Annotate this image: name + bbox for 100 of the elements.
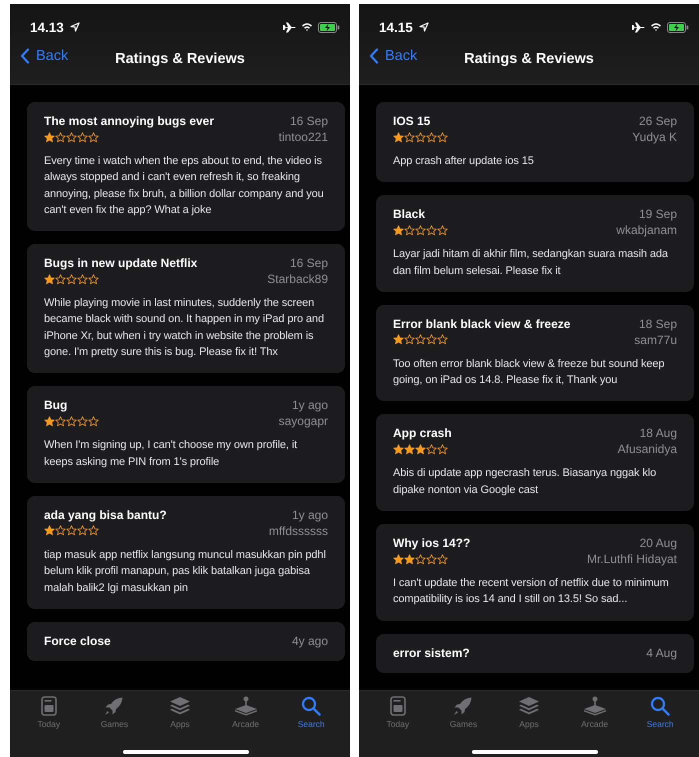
star-icon (393, 132, 404, 142)
star-icon (55, 132, 66, 142)
star-icon (44, 416, 55, 427)
review-title: App crash (393, 426, 452, 440)
review-date: 26 Sep (638, 114, 677, 128)
wifi-icon (650, 22, 662, 32)
star-icon (437, 132, 448, 142)
review-title: IOS 15 (393, 114, 430, 128)
review-card[interactable]: Bug 1y ago sayogapr When I'm signing up, I can't choose my own profile, it keeps asking me PIN from 1's profile (27, 386, 345, 483)
review-author: Starback89 (267, 272, 328, 286)
star-icon (404, 444, 415, 455)
tab-button[interactable]: Search (632, 696, 688, 729)
star-icon (404, 132, 415, 142)
star-icon (404, 224, 415, 236)
review-card[interactable]: App crash 18 Aug Afusanidya Abis di update app ngecrash terus. Biasanya nggak klo dipake nonton via Google cast (376, 414, 694, 512)
star-icon (55, 525, 66, 536)
star-icon (88, 416, 99, 427)
tab-button[interactable]: Games (86, 696, 142, 729)
review-card[interactable] (27, 244, 345, 374)
review-text: Too often error blank black view & freeze but sound keep going, on iPad os 14.8. Please fix it, Thank you (393, 356, 666, 388)
review-author: sayogapr (278, 414, 328, 428)
tab-button[interactable]: Apps (152, 696, 208, 729)
battery-charging-icon (318, 22, 340, 32)
star-icon (88, 525, 99, 536)
battery-charging-icon (667, 22, 689, 32)
star-icon (66, 132, 77, 142)
chevron-left-icon (369, 48, 379, 64)
review-card[interactable]: Error blank black view & freeze 18 Sep sam77u Too often error blank black view & freeze but sound keep going, on iPad os 14.8. Please fix it, Thank you (376, 304, 694, 402)
review-text: When I'm signing up, I can't choose my own profile, it keeps asking me PIN from 1's profile (44, 438, 298, 470)
review-title: Bugs in new update Netflix (44, 256, 198, 270)
star-icon (77, 416, 88, 427)
review-card[interactable]: Black 19 Sep wkabjanam Layar jadi hitam di akhir film, sedangkan suara masih ada dan film belum selesai. Please fix it (376, 195, 694, 292)
review-author: Yudya K (632, 130, 677, 144)
location-arrow-icon (70, 22, 80, 32)
star-icon (437, 334, 448, 346)
review-date: 4 Aug (646, 646, 677, 660)
tab-button[interactable]: Today (20, 696, 77, 729)
star-icon (393, 334, 404, 346)
star-icon (393, 224, 404, 236)
back-button[interactable]: Back (369, 48, 418, 64)
star-icon (426, 554, 437, 565)
review-text: Abis di update app ngecrash terus. Biasanya nggak klo dipake nonton via Google cast (393, 466, 658, 498)
tab-button[interactable]: Today (370, 696, 426, 729)
review-title: The most annoying bugs ever (44, 114, 214, 128)
review-date: 20 Aug (640, 536, 677, 550)
today-icon (40, 696, 57, 716)
review-card[interactable]: error sistem? 4 Aug (376, 634, 694, 673)
star-icon (415, 224, 426, 236)
star-icon (415, 132, 426, 142)
layers-icon (168, 696, 191, 716)
review-text: Layar jadi hitam di akhir film, sedangkan suara masih ada dan film belum selesai. Please fix it (393, 247, 669, 279)
review-text: tiap masuk app netflix langsung muncul masukkan pin pdhl belum klik profil manapun, pas klik batalkan juga gabisa malah balik2 lgi masukkan pin (44, 548, 327, 596)
review-author: sam77u (634, 332, 677, 347)
search-icon (650, 696, 670, 716)
joystick-icon (582, 696, 607, 716)
star-icon (77, 132, 88, 142)
star-icon (77, 274, 88, 285)
review-text: I can't update the recent version of netflix due to minimum compatibility is ios 14 and I still on 13.5! So sad... (393, 576, 670, 608)
review-date: 18 Aug (640, 426, 677, 440)
star-icon (426, 334, 437, 346)
review-card[interactable]: ada yang bisa bantu? 1y ago mffdssssss tiap masuk app netflix langsung muncul masukkan pin pdhl belum klik profil manapun, pas klik batalkan juga gabisa malah balik2 lgi masukkan pin (27, 496, 345, 609)
review-card[interactable]: Force close 4y ago (27, 622, 345, 661)
review-card[interactable] (27, 102, 345, 232)
review-text: While playing movie in last minutes, suddenly the screen became black with sound on. It happen in my iPad pro and iPhone Xr, but when i try watch in website the problem is gone. I'm pretty sure this is bug. Please fix it! Thx (44, 296, 325, 360)
tab-button[interactable]: Games (435, 696, 492, 729)
screen-title: Ratings & Reviews (115, 51, 245, 67)
tab-button[interactable]: Arcade (218, 696, 274, 729)
review-card[interactable]: Why ios 14?? 20 Aug Mr.Luthfi Hidayat I can't update the recent version of netflix due to minimum compatibility is ios 14 and I still on 13.5! So sad... (376, 524, 694, 621)
star-icon (66, 525, 77, 536)
review-author: Mr.Luthfi Hidayat (586, 552, 677, 566)
wifi-icon (301, 22, 313, 32)
review-date: 4y ago (292, 634, 328, 648)
airplane-icon (283, 22, 296, 32)
star-icon (404, 334, 415, 346)
rocket-icon (453, 696, 474, 716)
review-card[interactable]: IOS 15 26 Sep Yudya K App crash after update ios 15 (376, 102, 694, 182)
search-icon (301, 696, 322, 716)
star-icon (88, 132, 99, 142)
review-date: 16 Sep (290, 114, 328, 128)
review-title: Why ios 14?? (393, 536, 470, 550)
tab-button[interactable]: Arcade (566, 696, 623, 729)
star-icon (437, 224, 448, 236)
star-icon (404, 554, 415, 565)
star-icon (66, 416, 77, 427)
star-icon (415, 334, 426, 346)
back-button[interactable]: Back (20, 48, 68, 64)
review-author: mffdssssss (268, 524, 328, 538)
status-time: 14.13 (30, 20, 64, 34)
tab-button[interactable]: Apps (500, 696, 557, 729)
review-author: tintoo221 (278, 130, 328, 144)
tab-button[interactable]: Search (283, 696, 340, 729)
star-icon (393, 444, 404, 455)
star-icon (437, 444, 448, 455)
star-icon (437, 554, 448, 565)
star-icon (44, 525, 55, 536)
review-text: Every time i watch when the eps about to end, the video is always stopped and i can't even refresh it, so freaking annoying, please fix bruh, a billion dollar company and you can't even fix the app? What a joke (44, 154, 325, 218)
review-title: Force close (44, 634, 111, 648)
star-icon (426, 224, 437, 236)
star-icon (66, 274, 77, 285)
review-title: ada yang bisa bantu? (44, 508, 167, 522)
